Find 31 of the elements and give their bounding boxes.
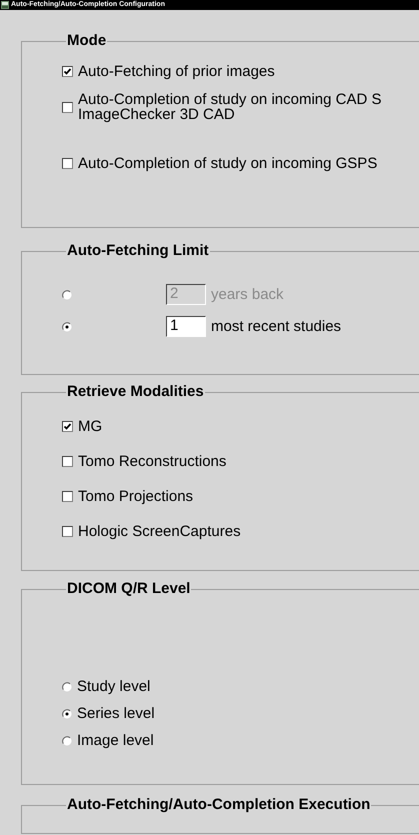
option-label: Study level [77,679,150,694]
checkbox[interactable] [62,102,73,112]
group-title: Mode [66,33,108,50]
group-title: Auto-Fetching Limit [66,243,210,260]
radio-button[interactable] [62,736,72,746]
option-label: Image level [77,733,154,748]
number-field[interactable]: 1 [166,316,206,337]
group-title: Auto-Fetching/Auto-Completion Execution [66,797,372,814]
checkbox[interactable] [62,158,73,169]
checkbox[interactable] [62,491,73,502]
option-label: Tomo Projections [78,489,194,504]
option-label: Tomo Reconstructions [78,454,226,469]
radio-button[interactable] [62,682,72,692]
checkbox[interactable] [62,526,73,537]
option-label: Auto-Completion of study on incoming GSPS [78,156,378,171]
option-label: ImageChecker 3D CAD [78,107,235,122]
group-title: Retrieve Modalities [66,384,205,401]
radio-button[interactable] [62,322,72,332]
option-label: MG [78,419,102,434]
option-label: Auto-Completion of study on incoming CAD S [78,92,382,107]
radio-button[interactable] [62,708,72,718]
checkbox[interactable] [62,66,73,77]
option-label: Auto-Fetching of prior images [78,64,275,79]
option-label: years back [211,287,284,302]
group-title: DICOM Q/R Level [66,581,192,598]
option-label: Hologic ScreenCaptures [78,524,241,539]
option-label: Series level [77,706,155,721]
app-icon [1,1,9,9]
option-label: most recent studies [211,319,342,334]
checkbox[interactable] [62,421,73,432]
checkbox[interactable] [62,456,73,467]
